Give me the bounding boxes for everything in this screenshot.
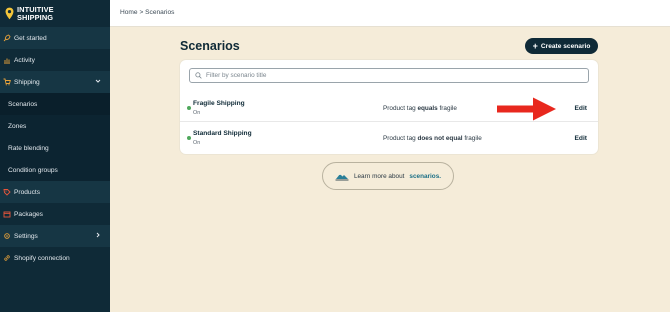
search-icon xyxy=(195,72,202,79)
learn-more-text: Learn more about xyxy=(353,172,405,180)
box-icon xyxy=(3,211,11,218)
sidebar-item-label: Scenarios xyxy=(8,100,38,108)
scenario-title[interactable]: Standard Shipping xyxy=(193,130,252,137)
sidebar-item-shopify-connection[interactable]: Shopify connection xyxy=(0,247,110,269)
scenario-condition: Product tag equals fragile xyxy=(383,105,457,112)
chart-icon xyxy=(4,58,10,64)
sidebar-item-label: Packages xyxy=(14,210,43,218)
scenario-status: On xyxy=(193,140,201,146)
breadcrumb-separator: > xyxy=(139,9,144,16)
brand-logo[interactable]: INTUITIVE SHIPPING xyxy=(0,0,110,27)
learn-more-link[interactable]: scenarios. xyxy=(409,173,441,180)
sidebar-item-rate-blending[interactable]: Rate blending xyxy=(0,137,110,159)
gear-icon xyxy=(4,233,10,239)
sidebar-item-label: Products xyxy=(14,188,41,196)
condition-operator: does not equal xyxy=(417,135,463,142)
condition-prefix: Product tag xyxy=(383,135,416,142)
chevron-right-icon xyxy=(96,232,100,238)
page-title: Scenarios xyxy=(180,39,240,53)
sidebar-item-zones[interactable]: Zones xyxy=(0,115,110,137)
sidebar-item-label: Rate blending xyxy=(8,144,49,152)
sidebar-item-label: Shipping xyxy=(14,78,40,86)
tag-icon xyxy=(3,189,11,196)
sidebar-item-label: Condition groups xyxy=(8,166,58,174)
search-field[interactable] xyxy=(189,68,589,83)
sidebar: INTUITIVE SHIPPING Get started Activity … xyxy=(0,0,110,312)
breadcrumb: Home > Scenarios xyxy=(120,9,174,16)
chevron-down-icon xyxy=(95,79,101,83)
cart-icon xyxy=(3,78,11,86)
breadcrumb-home[interactable]: Home xyxy=(120,9,138,16)
sidebar-item-packages[interactable]: Packages xyxy=(0,203,110,225)
sidebar-nav: Get started Activity Shipping Scenarios … xyxy=(0,27,110,269)
link-icon xyxy=(4,255,10,261)
create-scenario-button[interactable]: + Create scenario xyxy=(525,38,598,54)
sidebar-item-settings[interactable]: Settings xyxy=(0,225,110,247)
condition-operator: equals xyxy=(417,105,438,112)
annotation-arrow-icon xyxy=(497,97,556,121)
learn-more-banner[interactable]: Learn more about scenarios. xyxy=(322,162,454,190)
brand-line-2: SHIPPING xyxy=(17,12,54,22)
rocket-icon xyxy=(3,34,11,42)
sidebar-item-label: Activity xyxy=(14,56,35,64)
sidebar-item-get-started[interactable]: Get started xyxy=(0,27,110,49)
mountain-boat-icon xyxy=(335,174,349,181)
edit-button[interactable]: Edit xyxy=(575,105,587,112)
sidebar-item-activity[interactable]: Activity xyxy=(0,49,110,71)
location-pin-icon xyxy=(5,7,14,20)
condition-prefix: Product tag xyxy=(383,105,416,112)
status-dot xyxy=(187,106,191,110)
top-bar: Home > Scenarios xyxy=(110,0,670,27)
create-scenario-label: Create scenario xyxy=(540,42,591,50)
status-dot xyxy=(187,136,191,140)
sidebar-item-scenarios[interactable]: Scenarios xyxy=(0,93,110,115)
condition-value: fragile xyxy=(464,135,482,142)
scenario-title[interactable]: Fragile Shipping xyxy=(193,100,245,107)
edit-button[interactable]: Edit xyxy=(575,135,587,142)
scenario-status: On xyxy=(193,110,201,116)
sidebar-item-label: Get started xyxy=(14,34,47,42)
scenario-condition: Product tag does not equal fragile xyxy=(383,135,482,142)
breadcrumb-current: Scenarios xyxy=(145,9,175,16)
sidebar-item-shipping[interactable]: Shipping xyxy=(0,71,110,93)
sidebar-item-condition-groups[interactable]: Condition groups xyxy=(0,159,110,181)
row-divider xyxy=(180,121,598,122)
search-input[interactable] xyxy=(206,72,566,79)
brand-name: INTUITIVE SHIPPING xyxy=(17,6,54,21)
scenario-row[interactable]: Standard Shipping On Product tag does no… xyxy=(180,123,598,152)
sidebar-item-label: Shopify connection xyxy=(14,254,70,262)
sidebar-item-products[interactable]: Products xyxy=(0,181,110,203)
sidebar-item-label: Zones xyxy=(8,122,27,130)
condition-value: fragile xyxy=(439,105,457,112)
plus-icon: + xyxy=(532,40,538,51)
sidebar-item-label: Settings xyxy=(14,232,38,240)
